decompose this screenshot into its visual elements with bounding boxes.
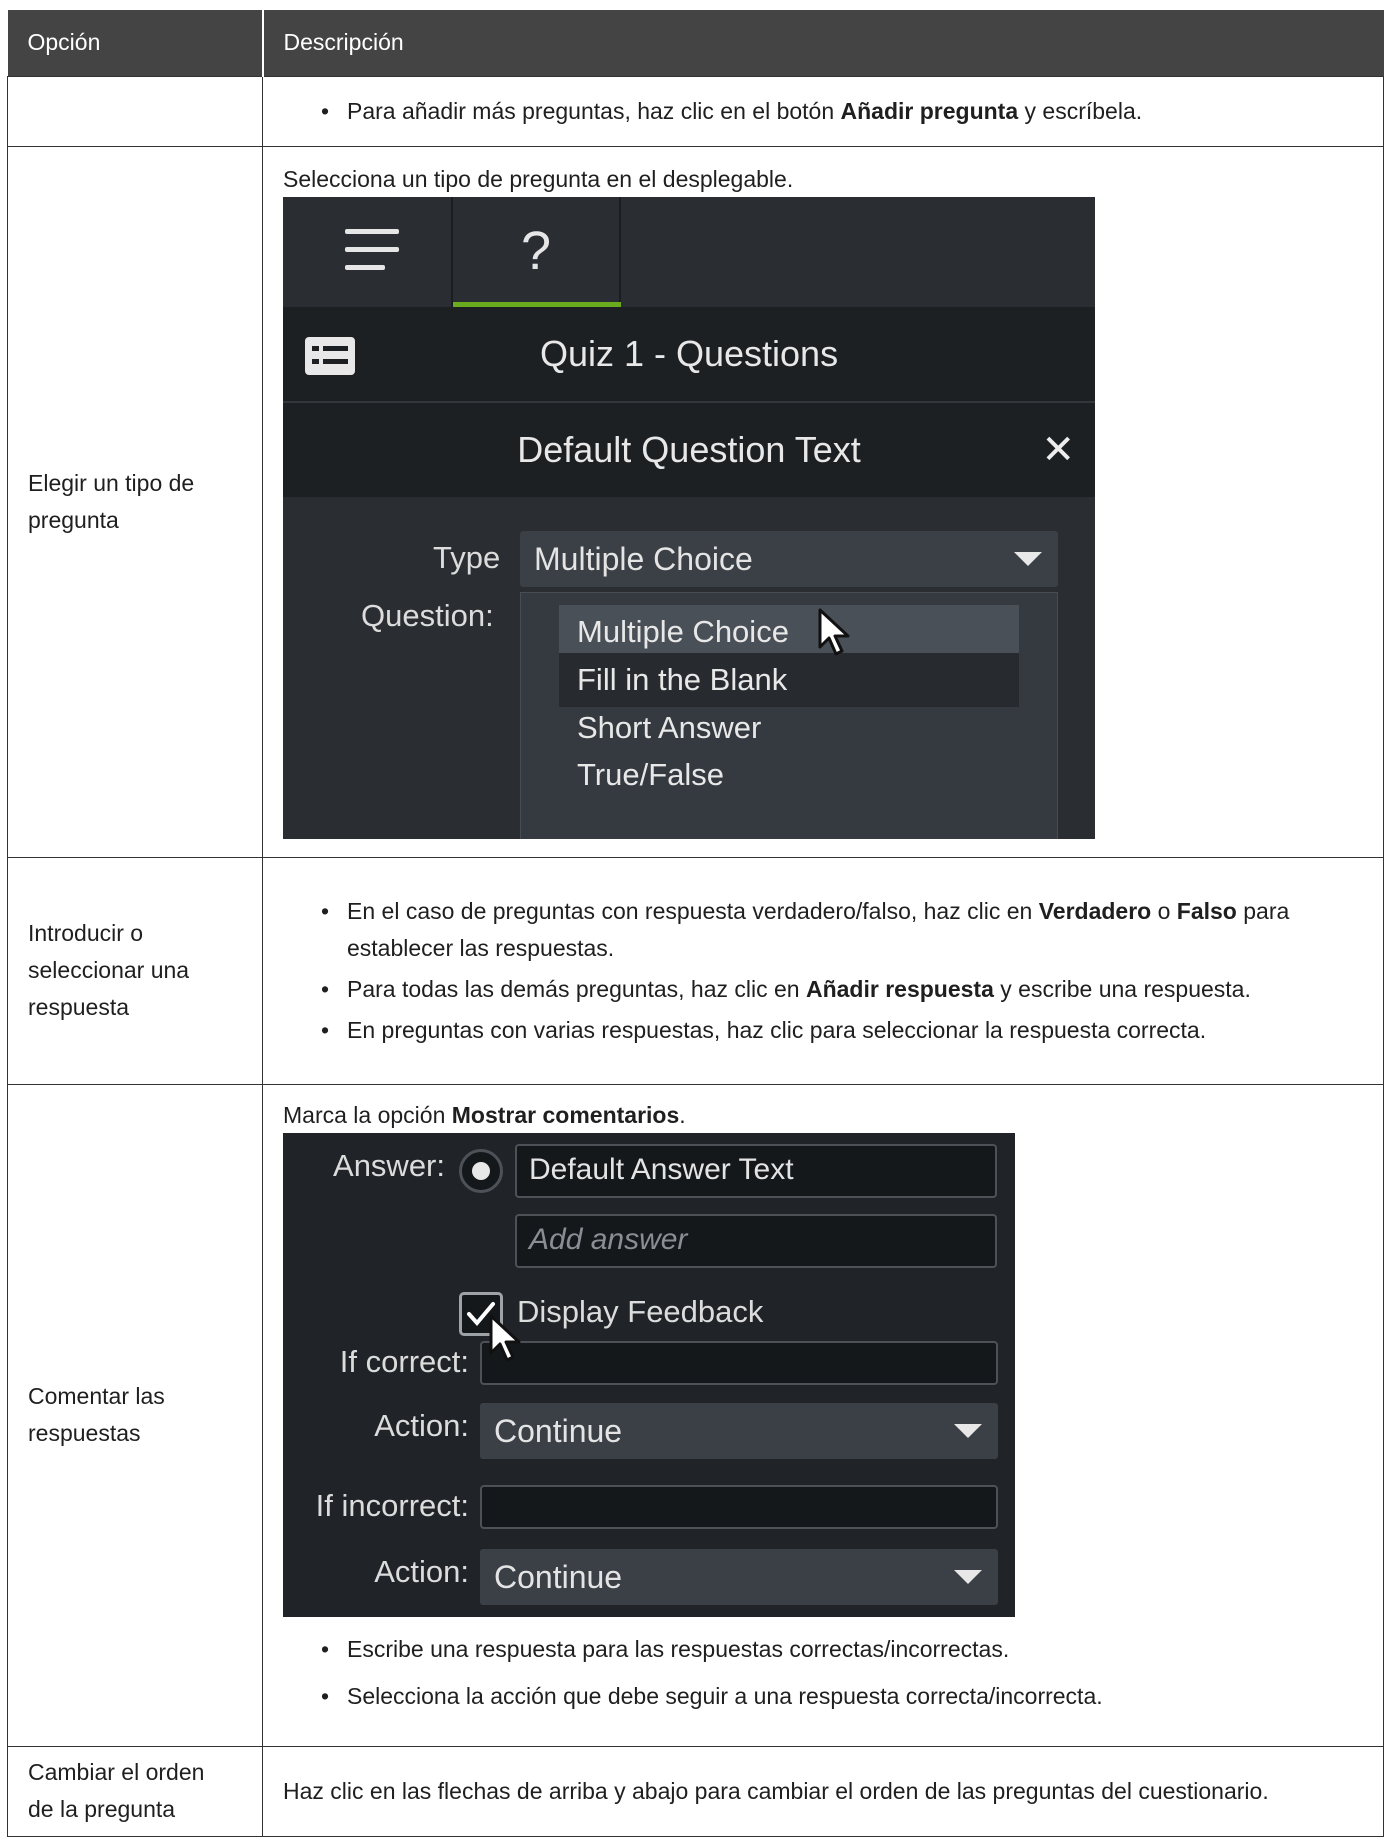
bullet-list: Escribe una respuesta para las respuesta… <box>283 1631 1363 1715</box>
dropdown-option[interactable]: Fill in the Blank <box>559 652 1019 707</box>
type-dropdown[interactable]: Multiple Choice <box>520 530 1058 587</box>
description-cell: Selecciona un tipo de pregunta en el des… <box>262 145 1384 858</box>
bullet-list: En el caso de preguntas con respuesta ve… <box>283 893 1363 1049</box>
option-cell: Introducir o seleccionar una respuesta <box>7 856 263 1085</box>
table-row: Para añadir más preguntas, haz clic en e… <box>7 75 1384 147</box>
option-cell: Cambiar el orden de la pregunta <box>7 1745 263 1837</box>
triangle-down-icon <box>954 1423 982 1438</box>
table-row: Introducir o seleccionar una respuesta E… <box>7 856 1384 1085</box>
table-row: Elegir un tipo de pregunta Selecciona un… <box>7 145 1384 858</box>
row-intro: Marca la opción Mostrar comentarios. <box>283 1101 686 1128</box>
list-item: Selecciona la acción que debe seguir a u… <box>283 1678 1363 1715</box>
question-form: Type Multiple Choice Question: Multiple … <box>283 496 1095 839</box>
list-item: Para añadir más preguntas, haz clic en e… <box>283 93 1363 130</box>
dropdown-option[interactable]: Short Answer <box>559 701 1019 755</box>
question-title: Default Question Text <box>517 428 861 470</box>
answer-text-field[interactable]: Default Answer Text <box>515 1143 997 1198</box>
description-cell: Haz clic en las flechas de arriba y abaj… <box>262 1745 1384 1837</box>
header-description: Descripción <box>262 10 1384 76</box>
type-label: Type <box>433 539 501 575</box>
dropdown-option[interactable]: Multiple Choice <box>559 604 1019 659</box>
tab-menu[interactable] <box>283 196 453 307</box>
action-correct-dropdown[interactable]: Continue <box>480 1402 998 1459</box>
question-type-screenshot: ? Quiz 1 - Questions Default Question Te… <box>283 196 1095 839</box>
tab-bar: ? <box>283 196 1095 307</box>
list-item: Para todas las demás preguntas, haz clic… <box>283 971 1363 1008</box>
question-bar: Default Question Text ✕ <box>283 402 1095 497</box>
table-header-row: Opción Descripción <box>7 10 1384 76</box>
list-item: Escribe una respuesta para las respuesta… <box>283 1631 1363 1668</box>
if-correct-field[interactable] <box>480 1340 998 1385</box>
if-incorrect-field[interactable] <box>480 1484 998 1529</box>
if-incorrect-label: If incorrect: <box>315 1487 469 1523</box>
bullet-list: Para añadir más preguntas, haz clic en e… <box>283 93 1363 130</box>
question-mark-icon: ? <box>520 220 552 281</box>
action-incorrect-dropdown[interactable]: Continue <box>480 1548 998 1605</box>
option-cell: Comentar las respuestas <box>7 1083 263 1747</box>
type-dropdown-value: Multiple Choice <box>534 540 753 577</box>
list-item: En el caso de preguntas con respuesta ve… <box>283 893 1363 967</box>
description-cell: En el caso de preguntas con respuesta ve… <box>262 856 1384 1085</box>
triangle-down-icon <box>1014 551 1042 566</box>
action-label-incorrect: Action: <box>374 1553 469 1589</box>
action-label-correct: Action: <box>374 1407 469 1443</box>
option-cell: Elegir un tipo de pregunta <box>7 145 263 858</box>
action-correct-value: Continue <box>494 1412 623 1449</box>
display-feedback-label: Display Feedback <box>517 1293 764 1329</box>
table-row: Cambiar el orden de la pregunta Haz clic… <box>7 1745 1384 1837</box>
description-cell: Para añadir más preguntas, haz clic en e… <box>262 75 1384 147</box>
answer-radio[interactable] <box>459 1148 503 1193</box>
list-item: En preguntas con varias respuestas, haz … <box>283 1012 1363 1049</box>
quiz-list-icon <box>305 336 355 375</box>
tab-questions[interactable]: ? <box>453 196 621 307</box>
table-row: Comentar las respuestas Marca la opción … <box>7 1083 1384 1747</box>
row-intro: Selecciona un tipo de pregunta en el des… <box>283 165 794 192</box>
description-cell: Marca la opción Mostrar comentarios. Ans… <box>262 1083 1384 1747</box>
panel-header: Quiz 1 - Questions <box>283 306 1095 403</box>
options-table: Opción Descripción Para añadir más pregu… <box>7 10 1384 1837</box>
question-label: Question: <box>361 597 494 633</box>
triangle-down-icon <box>954 1569 982 1584</box>
dropdown-option[interactable]: True/False <box>559 748 1019 802</box>
type-dropdown-menu: Multiple Choice Fill in the Blank Short … <box>520 591 1058 839</box>
close-icon[interactable]: ✕ <box>1041 403 1075 497</box>
action-incorrect-value: Continue <box>494 1558 623 1595</box>
option-cell-empty <box>7 75 263 147</box>
feedback-screenshot: Answer: Default Answer Text Add answer D… <box>283 1132 1015 1617</box>
if-correct-label: If correct: <box>339 1343 469 1379</box>
panel-title: Quiz 1 - Questions <box>539 332 839 374</box>
bold-term: Añadir pregunta <box>840 97 1019 124</box>
answer-label: Answer: <box>333 1147 445 1183</box>
header-option: Opción <box>7 10 264 76</box>
add-answer-field[interactable]: Add answer <box>515 1213 997 1268</box>
